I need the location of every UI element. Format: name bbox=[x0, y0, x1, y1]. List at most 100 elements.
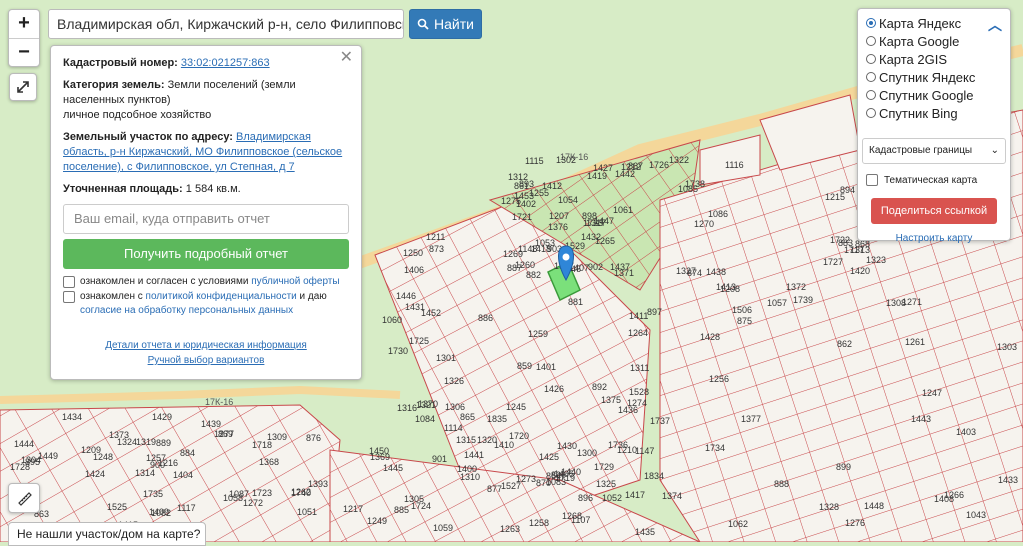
parcel-number-label: 1437 bbox=[610, 262, 630, 272]
parcel-number-label: 1441 bbox=[464, 450, 484, 460]
parcel-number-label: 1051 bbox=[297, 507, 317, 517]
parcel-number-label: 1406 bbox=[404, 265, 424, 275]
radio-icon[interactable] bbox=[866, 108, 876, 118]
cadastral-number-row: Кадастровый номер: 33:02:021257:863 bbox=[63, 56, 349, 71]
parcel-number-label: 1723 bbox=[252, 488, 272, 498]
parcel-number-label: 1086 bbox=[708, 209, 728, 219]
email-field[interactable]: Ваш email, куда отправить отчет bbox=[63, 204, 349, 234]
parcel-number-label: 1429 bbox=[152, 412, 172, 422]
zoom-out-button[interactable]: − bbox=[9, 39, 39, 67]
ruler-icon bbox=[18, 492, 32, 506]
offer-checkbox[interactable] bbox=[63, 276, 75, 288]
parcel-number-label: 899 bbox=[836, 462, 851, 472]
data-processing-link[interactable]: согласие на обработку персональных данны… bbox=[80, 305, 293, 316]
area-label: Уточненная площадь: bbox=[63, 183, 183, 195]
configure-map-link[interactable]: Настроить карту bbox=[896, 233, 973, 244]
parcel-number-label: 1300 bbox=[577, 448, 597, 458]
layer-option[interactable]: Карта 2GIS bbox=[866, 50, 1002, 68]
parcel-number-label: 1411 bbox=[629, 311, 648, 321]
privacy-consent: ознакомлен с политикой конфиденциальност… bbox=[63, 290, 349, 318]
layer-options: Карта Яндекс Карта Google Карта 2GIS Спутни… bbox=[866, 14, 1002, 122]
radio-icon[interactable] bbox=[866, 36, 876, 46]
parcel-number-label: 1312 bbox=[508, 172, 528, 182]
parcel-number-label: 1434 bbox=[62, 412, 82, 422]
address-row: Земельный участок по адресу: Владимирска… bbox=[63, 130, 349, 175]
parcel-number-label: 1211 bbox=[426, 232, 445, 242]
offer-link[interactable]: публичной оферты bbox=[251, 276, 339, 287]
thematic-toggle[interactable]: Тематическая карта bbox=[866, 174, 1002, 186]
parcel-number-label: 896 bbox=[578, 493, 593, 503]
parcel-number-label: 1442 bbox=[615, 169, 635, 179]
close-icon[interactable]: ✕ bbox=[340, 50, 353, 66]
area-row: Уточненная площадь: 1 584 кв.м. bbox=[63, 182, 349, 197]
parcel-number-label: 1259 bbox=[528, 329, 548, 339]
layer-option-label: Карта Google bbox=[879, 33, 960, 49]
parcel-number-label: 1257 bbox=[146, 453, 166, 463]
cadastral-link[interactable]: 33:02:021257:863 bbox=[181, 57, 270, 69]
parcel-number-label: 1084 bbox=[415, 414, 435, 424]
parcel-number-label: 1722 bbox=[830, 235, 850, 245]
details-link[interactable]: Детали отчета и юридическая информация bbox=[105, 340, 307, 351]
parcel-number-label: 875 bbox=[737, 316, 752, 326]
layer-option[interactable]: Спутник Bing bbox=[866, 104, 1002, 122]
parcel-number-label: 1374 bbox=[662, 491, 682, 501]
privacy-link[interactable]: политикой конфиденциальности bbox=[146, 291, 297, 302]
parcel-number-label: 1453 bbox=[514, 191, 534, 201]
parcel-number-label: 1834 bbox=[644, 471, 664, 481]
parcel-number-label: 1268 bbox=[562, 511, 582, 521]
parcel-number-label: 1217 bbox=[343, 504, 363, 514]
get-report-button[interactable]: Получить подробный отчет bbox=[63, 239, 349, 269]
parcel-number-label: 1057 bbox=[767, 298, 787, 308]
radio-icon[interactable] bbox=[866, 54, 876, 64]
parcel-number-label: 1717 bbox=[844, 245, 864, 255]
parcel-number-label: 1438 bbox=[706, 267, 726, 277]
parcel-number-label: 1445 bbox=[383, 463, 403, 473]
radio-icon[interactable] bbox=[866, 90, 876, 100]
chevron-up-icon[interactable]: ︿ bbox=[988, 15, 1002, 35]
parcel-number-label: 1439 bbox=[201, 419, 221, 429]
search-button-label: Найти bbox=[434, 16, 474, 32]
layer-option[interactable]: Карта Google bbox=[866, 32, 1002, 50]
search-input[interactable]: Владимирская обл, Киржачский р-н, село Ф… bbox=[48, 9, 404, 39]
parcel-number-label: 873 bbox=[429, 244, 444, 254]
parcel-number-label: 1409 bbox=[149, 507, 169, 517]
radio-icon[interactable] bbox=[866, 72, 876, 82]
search-button[interactable]: Найти bbox=[409, 9, 482, 39]
parcel-number-label: 1276 bbox=[845, 518, 865, 528]
category-row: Категория земель: Земли поселений (земли… bbox=[63, 78, 349, 123]
share-link-button[interactable]: Поделиться ссылкой bbox=[871, 198, 997, 224]
parcel-number-label: 1322 bbox=[669, 155, 689, 165]
parcel-number-label: 1735 bbox=[143, 489, 163, 499]
layer-option-label: Спутник Яндекс bbox=[879, 69, 976, 85]
layer-option[interactable]: Спутник Яндекс bbox=[866, 68, 1002, 86]
parcel-number-label: 1311 bbox=[630, 363, 649, 373]
parcel-number-label: 1062 bbox=[728, 519, 748, 529]
layer-option[interactable]: Спутник Google bbox=[866, 86, 1002, 104]
layer-option[interactable]: Карта Яндекс bbox=[866, 14, 1002, 32]
privacy-checkbox[interactable] bbox=[63, 291, 75, 303]
parcel-number-label: 1400 bbox=[457, 464, 477, 474]
not-found-bar[interactable]: Не нашли участок/дом на карте? bbox=[8, 522, 206, 546]
ruler-button[interactable] bbox=[8, 483, 40, 513]
parcel-number-label: 1054 bbox=[558, 195, 578, 205]
parcel-number-label: 1412 bbox=[542, 181, 562, 191]
layer-option-label: Спутник Bing bbox=[879, 105, 958, 121]
parcel-number-label: 1404 bbox=[173, 470, 193, 480]
manual-select-link[interactable]: Ручной выбор вариантов bbox=[148, 355, 265, 366]
radio-icon[interactable] bbox=[866, 18, 876, 28]
layer-option-label: Карта Яндекс bbox=[879, 15, 962, 31]
parcel-number-label: 1114 bbox=[444, 423, 463, 433]
parcel-number-label: 1420 bbox=[850, 266, 870, 276]
thematic-checkbox[interactable] bbox=[866, 174, 878, 186]
parcel-number-label: 1430 bbox=[557, 441, 577, 451]
parcel-number-label: 888 bbox=[774, 479, 789, 489]
zoom-in-button[interactable]: + bbox=[9, 10, 39, 39]
offer-consent: ознакомлен и согласен с условиями публич… bbox=[63, 275, 349, 289]
fullscreen-button[interactable] bbox=[9, 73, 37, 101]
parcel-number-label: 884 bbox=[180, 448, 195, 458]
parcel-number-label: 1403 bbox=[956, 427, 976, 437]
parcel-number-label: 1736 bbox=[608, 440, 628, 450]
parcel-number-label: 1730 bbox=[388, 346, 408, 356]
parcel-number-label: 1428 bbox=[700, 332, 720, 342]
overlay-select[interactable]: Кадастровые границы ⌄ bbox=[862, 138, 1006, 164]
